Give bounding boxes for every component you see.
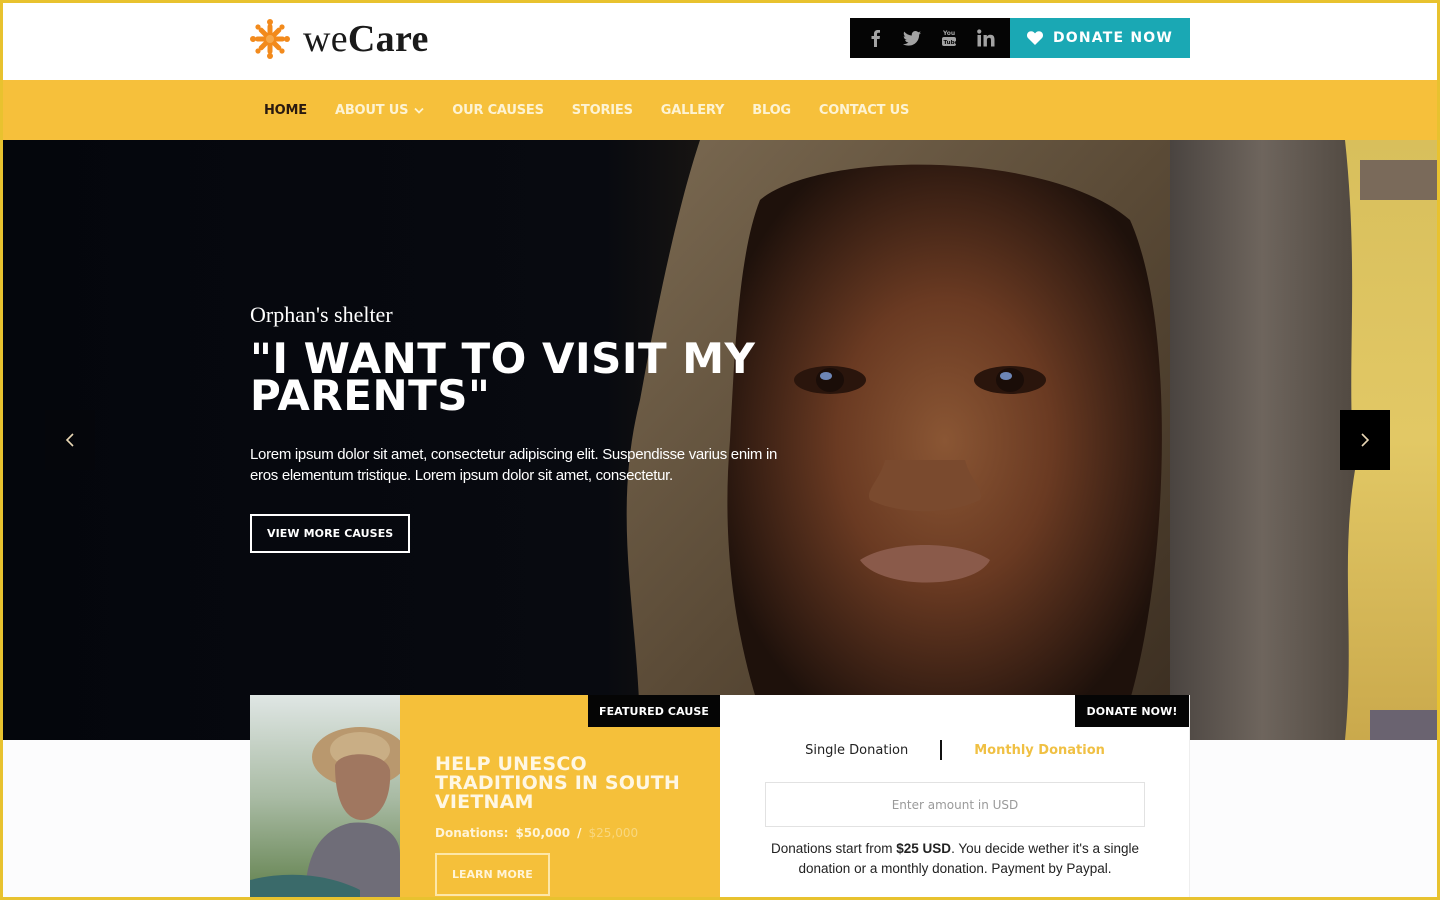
hero-eyebrow: Orphan's shelter	[250, 302, 393, 327]
donations-goal: $25,000	[588, 826, 639, 840]
tab-single-donation[interactable]: Single Donation	[801, 743, 912, 758]
main-nav: HOME ABOUT US OUR CAUSES STORIES GALLERY…	[0, 80, 1440, 140]
twitter-link[interactable]	[898, 24, 926, 52]
donate-now-tag: DONATE NOW!	[1075, 695, 1189, 727]
donations-raised: $50,000	[515, 826, 571, 840]
hero-title: "I WANT TO VISIT MY PARENTS"	[250, 334, 756, 420]
social-links: You Tube	[850, 18, 1010, 58]
youtube-link[interactable]: You Tube	[935, 24, 963, 52]
hero-content: Orphan's shelter "I WANT TO VISIT MY PAR…	[250, 302, 810, 553]
slider-next-button[interactable]	[1340, 410, 1390, 470]
slider-prev-button[interactable]	[45, 410, 95, 470]
site-header: weCare You Tube DONATE NOW	[0, 0, 1440, 80]
nav-label: HOME	[264, 102, 307, 118]
hero-slider: Orphan's shelter "I WANT TO VISIT MY PAR…	[0, 140, 1440, 740]
note-prefix: Donations start from	[770, 841, 897, 856]
topbar: You Tube DONATE NOW	[850, 18, 1190, 58]
facebook-icon	[871, 30, 880, 47]
featured-cause-tag: FEATURED CAUSE	[588, 695, 720, 727]
donation-type-tabs: Single Donation Monthly Donation	[720, 740, 1190, 760]
chevron-right-icon	[1361, 433, 1370, 447]
linkedin-icon	[976, 29, 994, 47]
donation-form: DONATE NOW! Single Donation Monthly Dona…	[720, 695, 1190, 900]
featured-cause-card: FEATURED CAUSE HELP UNESCO TRADITIONS IN…	[250, 695, 720, 900]
nav-label: OUR CAUSES	[452, 102, 544, 118]
svg-text:Tube: Tube	[943, 40, 956, 46]
logo-text: weCare	[303, 18, 429, 60]
nav-item-about-us[interactable]: ABOUT US	[335, 103, 424, 118]
chevron-left-icon	[65, 433, 74, 447]
nav-item-stories[interactable]: STORIES	[572, 103, 633, 118]
svg-text:You: You	[942, 30, 955, 37]
youtube-icon: You Tube	[941, 30, 956, 46]
note-amount: $25 USD	[896, 841, 952, 856]
twitter-icon	[902, 30, 921, 46]
featured-cause-image	[250, 695, 400, 900]
logo[interactable]: weCare	[249, 18, 429, 60]
donations-separator: /	[577, 826, 582, 840]
hero-text: Lorem ipsum dolor sit amet, consectetur …	[250, 446, 778, 484]
tab-divider	[940, 740, 943, 760]
nav-label: BLOG	[752, 102, 791, 118]
snowflake-star-icon	[250, 19, 290, 59]
nav-item-blog[interactable]: BLOG	[752, 103, 791, 118]
amount-input[interactable]	[765, 782, 1145, 827]
nav-item-home[interactable]: HOME	[264, 103, 307, 118]
nav-item-our-causes[interactable]: OUR CAUSES	[452, 103, 544, 118]
featured-cause-stats: Donations: $50,000 / $25,000	[435, 826, 705, 840]
donations-label: Donations:	[435, 826, 509, 840]
learn-more-button[interactable]: LEARN MORE	[435, 853, 550, 896]
chevron-down-icon	[414, 107, 424, 114]
donation-note: Donations start from $25 USD. You decide…	[765, 839, 1145, 879]
nav-label: CONTACT US	[818, 102, 910, 118]
nav-item-gallery[interactable]: GALLERY	[661, 103, 725, 118]
featured-cause-body: HELP UNESCO TRADITIONS IN SOUTH VIETNAM …	[435, 755, 705, 896]
view-more-causes-button[interactable]: VIEW MORE CAUSES	[250, 514, 411, 553]
nav-label: GALLERY	[660, 102, 725, 118]
nav-label: STORIES	[571, 102, 633, 118]
featured-cause-title: HELP UNESCO TRADITIONS IN SOUTH VIETNAM	[435, 753, 681, 813]
facebook-link[interactable]	[861, 24, 889, 52]
nav-item-contact-us[interactable]: CONTACT US	[819, 103, 909, 118]
tab-monthly-donation[interactable]: Monthly Donation	[970, 743, 1109, 758]
linkedin-link[interactable]	[972, 24, 1000, 52]
donate-now-button[interactable]: DONATE NOW	[1010, 18, 1190, 58]
donate-now-label: DONATE NOW	[1052, 30, 1174, 46]
nav-label: ABOUT US	[334, 102, 409, 118]
heart-icon	[1026, 31, 1043, 45]
